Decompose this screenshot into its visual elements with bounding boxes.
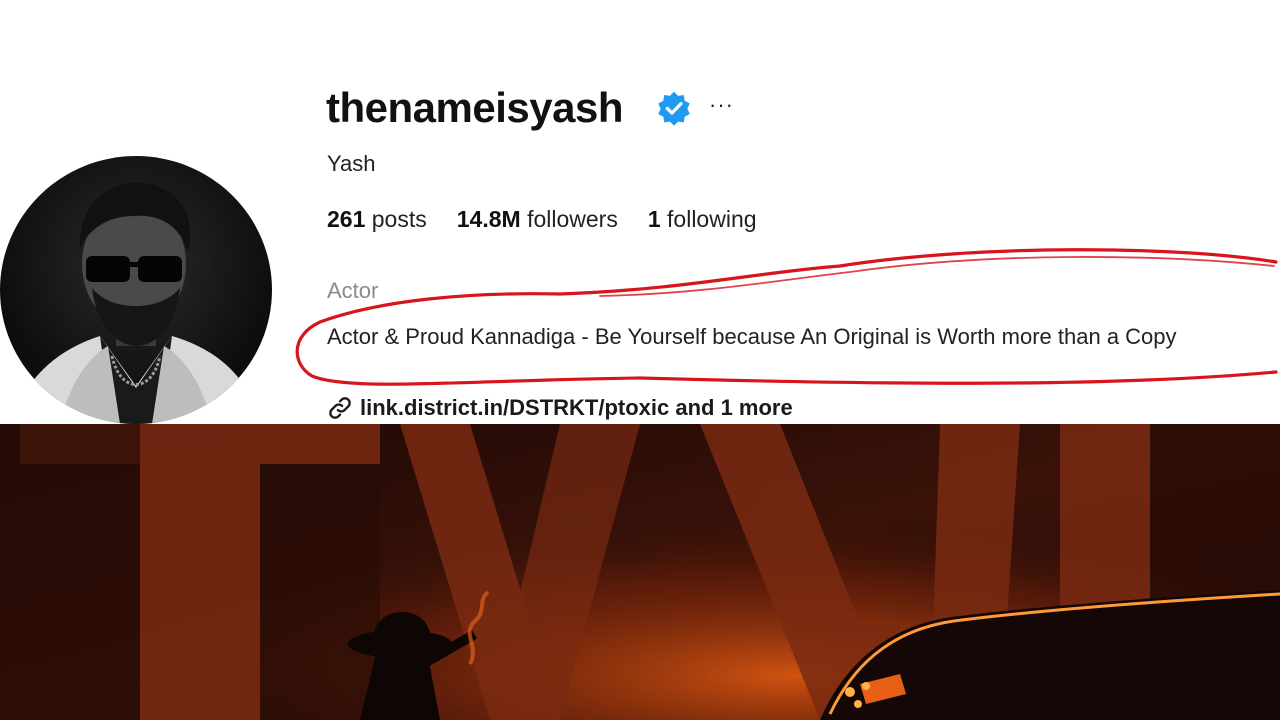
- followers-label: followers: [527, 206, 618, 232]
- profile-category: Actor: [327, 278, 379, 303]
- movie-poster-image: [0, 424, 1280, 720]
- profile-link[interactable]: link.district.in/DSTRKT/ptoxic and 1 mor…: [326, 394, 793, 422]
- followers-count: 14.8M: [456, 206, 521, 232]
- more-options-icon[interactable]: ···: [709, 92, 734, 118]
- following-stat[interactable]: 1 following: [648, 206, 757, 233]
- posts-label: posts: [371, 206, 427, 232]
- profile-full-name: Yash: [327, 151, 376, 176]
- profile-username: thenameisyash: [326, 84, 623, 131]
- profile-bio: Actor & Proud Kannadiga - Be Yourself be…: [327, 324, 1177, 349]
- profile-link-text: link.district.in/DSTRKT/ptoxic and 1 mor…: [360, 395, 793, 420]
- followers-stat[interactable]: 14.8M followers: [457, 206, 618, 233]
- profile-avatar[interactable]: [0, 156, 272, 424]
- profile-stats: 261 posts 14.8M followers 1 following: [327, 206, 757, 233]
- posts-stat[interactable]: 261 posts: [327, 206, 427, 233]
- following-count: 1: [647, 206, 661, 232]
- poster-artwork: [0, 424, 1280, 720]
- screenshot-canvas: thenameisyash ··· Yash 261 posts 14.8M f…: [0, 0, 1280, 720]
- link-icon: [329, 397, 351, 419]
- avatar-portrait: [10, 182, 262, 424]
- following-label: following: [667, 206, 757, 232]
- posts-count: 261: [327, 206, 366, 232]
- verified-badge-icon: [658, 91, 690, 126]
- profile-header: thenameisyash ··· Yash 261 posts 14.8M f…: [0, 0, 1280, 424]
